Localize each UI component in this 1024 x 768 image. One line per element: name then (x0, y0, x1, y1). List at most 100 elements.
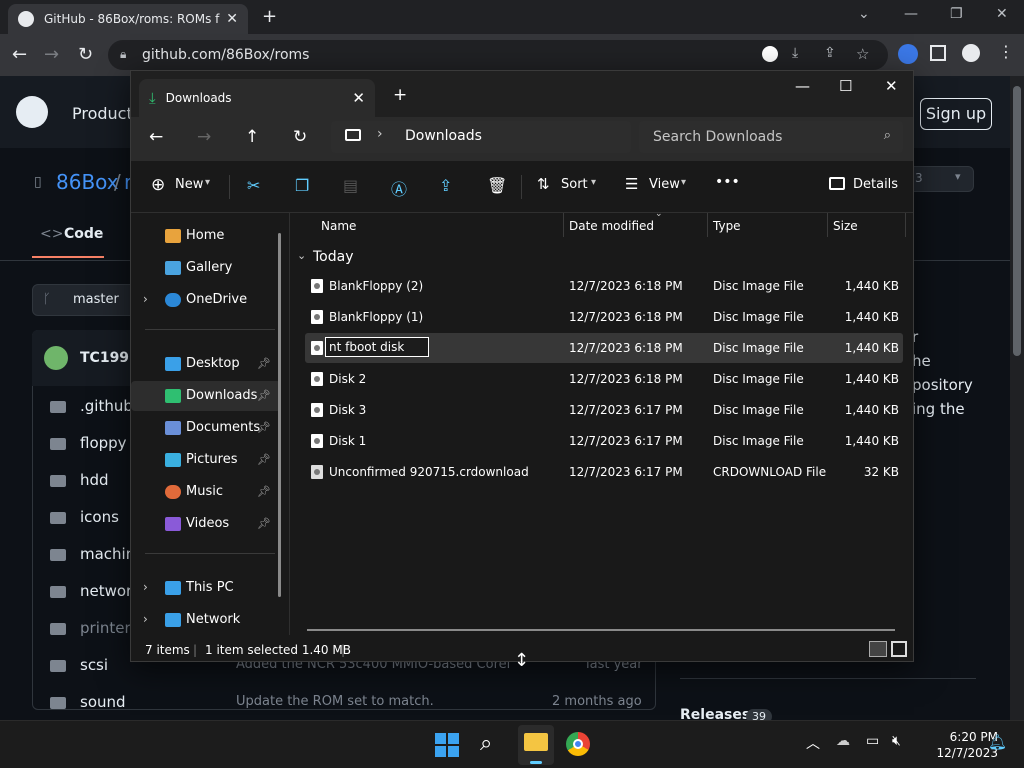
tray-overflow-icon[interactable]: ︿ (806, 733, 820, 753)
up-icon[interactable]: ↑ (245, 127, 259, 147)
taskbar-chrome[interactable] (566, 732, 590, 756)
notification-bell-icon[interactable]: 🔔︎ (988, 733, 1007, 751)
branch-selector[interactable]: ᚴ master (32, 284, 142, 316)
pane-splitter[interactable] (289, 213, 290, 635)
nav-scrollbar[interactable] (278, 233, 281, 597)
back-icon[interactable]: ← (149, 127, 163, 147)
repo-owner-link[interactable]: 86Box (56, 170, 119, 194)
share-icon[interactable]: ⇪ (439, 176, 452, 195)
commit-message[interactable]: Update the ROM set to match. (236, 694, 434, 709)
tab-search-icon[interactable]: ⌄ (858, 6, 870, 22)
sidebar-item-home[interactable]: Home (131, 221, 281, 251)
horizontal-scrollbar[interactable] (307, 629, 895, 631)
view-button[interactable]: View (649, 177, 680, 192)
file-list-item[interactable]: .github (80, 397, 133, 415)
forward-icon[interactable]: → (197, 127, 211, 147)
more-options-button[interactable]: ••• (715, 174, 740, 190)
column-header-name[interactable]: Name (321, 219, 356, 233)
chevron-down-icon[interactable]: ▾ (205, 177, 210, 188)
chevron-down-icon[interactable]: ▾ (591, 177, 596, 188)
download-indicator-icon[interactable] (898, 44, 918, 64)
close-tab-icon[interactable]: ✕ (352, 89, 365, 107)
bookmark-star-icon[interactable]: ☆ (856, 45, 869, 63)
minimize-icon[interactable]: — (904, 6, 918, 22)
product-menu[interactable]: Product (72, 104, 133, 123)
group-collapse-icon[interactable]: ⌄ (297, 249, 306, 262)
sidebar-item-downloads[interactable]: Downloads 📌︎ (131, 381, 281, 411)
new-tab-icon[interactable]: + (262, 6, 277, 27)
file-list-item[interactable]: hdd (80, 471, 109, 489)
expand-chevron-icon[interactable]: › (143, 612, 148, 626)
chrome-tab[interactable]: GitHub - 86Box/roms: ROMs for t ✕ (8, 4, 248, 34)
rename-input[interactable]: nt fboot disk (325, 337, 429, 357)
forward-icon[interactable]: → (44, 44, 59, 65)
maximize-icon[interactable]: ☐ (839, 77, 852, 95)
sort-button[interactable]: Sort (561, 177, 588, 192)
sidebar-item-desktop[interactable]: Desktop 📌︎ (131, 349, 281, 379)
tiles-view-icon[interactable] (891, 641, 907, 657)
side-panel-icon[interactable] (930, 45, 946, 61)
sidebar-item-documents[interactable]: Documents 📌︎ (131, 413, 281, 443)
install-icon[interactable]: ⤓ (792, 45, 798, 61)
taskbar-file-explorer[interactable] (518, 725, 554, 765)
profile-icon[interactable] (962, 44, 980, 62)
file-list-item[interactable]: icons (80, 508, 119, 526)
restore-icon[interactable]: ❐ (950, 6, 963, 22)
file-list-item[interactable]: scsi (80, 656, 108, 674)
file-list-item[interactable]: sound (80, 693, 126, 711)
details-button[interactable]: Details (853, 177, 898, 192)
expand-chevron-icon[interactable]: › (143, 580, 148, 594)
breadcrumb-downloads[interactable]: Downloads (405, 128, 482, 144)
sidebar-item-gallery[interactable]: Gallery (131, 253, 281, 283)
table-row[interactable]: Disk 1 12/7/2023 6:17 PM Disc Image File… (305, 426, 903, 456)
close-window-icon[interactable]: ✕ (996, 6, 1008, 22)
star-dropdown-icon[interactable]: ▾ (955, 170, 961, 183)
explorer-tab[interactable]: ⤓ Downloads ✕ (139, 79, 375, 117)
table-row[interactable]: Unconfirmed 920715.crdownload 12/7/2023 … (305, 457, 903, 487)
network-icon[interactable]: ▭ (866, 733, 879, 749)
paste-icon[interactable]: ▤ (343, 176, 358, 195)
sidebar-item-this-pc[interactable]: › This PC (131, 573, 281, 603)
google-icon[interactable] (762, 46, 778, 62)
code-tab[interactable]: Code (64, 226, 103, 242)
column-header-size[interactable]: Size (833, 219, 858, 233)
start-windows-icon[interactable] (435, 733, 459, 757)
expand-chevron-icon[interactable]: › (143, 292, 148, 306)
taskbar-clock[interactable]: 6:20 PM 12/7/2023 (918, 729, 998, 761)
new-button[interactable]: New (175, 177, 203, 192)
address-bar[interactable]: 🔒︎ github.com/86Box/roms ⤓ ⇪ ☆ (108, 40, 888, 70)
sidebar-item-network[interactable]: › Network (131, 605, 281, 635)
file-list-item[interactable]: floppy (80, 434, 127, 452)
volume-muted-icon[interactable]: 🔇︎ (892, 733, 901, 749)
group-header-today[interactable]: Today (313, 249, 354, 265)
column-divider[interactable] (905, 213, 906, 237)
github-logo-icon[interactable] (16, 96, 48, 128)
delete-icon[interactable]: 🗑︎ (487, 176, 507, 195)
reload-icon[interactable]: ↻ (78, 44, 93, 65)
sidebar-item-videos[interactable]: Videos 📌︎ (131, 509, 281, 539)
share-icon[interactable]: ⇪ (824, 45, 836, 61)
avatar[interactable] (44, 346, 68, 370)
table-row-selected[interactable]: nt fboot disk 12/7/2023 6:18 PM Disc Ima… (305, 333, 903, 363)
refresh-icon[interactable]: ↻ (293, 127, 307, 147)
table-row[interactable]: Disk 2 12/7/2023 6:18 PM Disc Image File… (305, 364, 903, 394)
table-row[interactable]: Disk 3 12/7/2023 6:17 PM Disc Image File… (305, 395, 903, 425)
search-icon[interactable]: ⌕ (480, 731, 504, 756)
close-tab-icon[interactable]: ✕ (226, 11, 238, 27)
new-tab-icon[interactable]: + (393, 85, 407, 105)
rename-icon[interactable]: Ⓐ (391, 176, 407, 200)
close-window-icon[interactable]: ✕ (885, 77, 898, 95)
copy-icon[interactable]: ❐ (295, 176, 309, 195)
details-view-icon[interactable] (869, 641, 887, 657)
chevron-down-icon[interactable]: ▾ (681, 177, 686, 188)
page-scrollbar-thumb[interactable] (1013, 86, 1021, 356)
search-input[interactable]: Search Downloads ⌕ (639, 121, 903, 153)
column-divider[interactable] (563, 213, 564, 237)
table-row[interactable]: BlankFloppy (2) 12/7/2023 6:18 PM Disc I… (305, 271, 903, 301)
back-icon[interactable]: ← (12, 44, 27, 65)
cut-icon[interactable]: ✂ (247, 176, 260, 195)
sidebar-item-music[interactable]: Music 📌︎ (131, 477, 281, 507)
column-divider[interactable] (827, 213, 828, 237)
chrome-menu-icon[interactable]: ⋮ (998, 42, 1014, 61)
table-row[interactable]: BlankFloppy (1) 12/7/2023 6:18 PM Disc I… (305, 302, 903, 332)
